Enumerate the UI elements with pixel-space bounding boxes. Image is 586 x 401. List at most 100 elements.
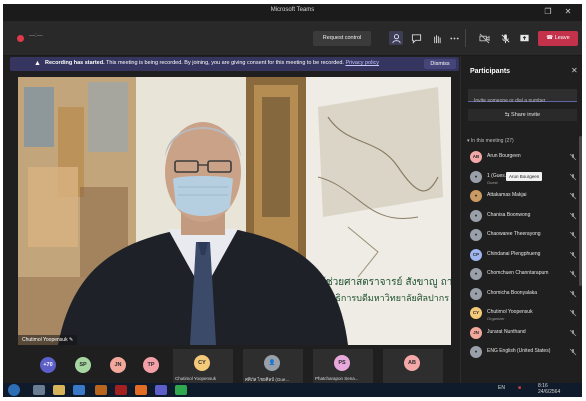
participant-name: Chomchuen Channtarapum <box>487 270 549 276</box>
participant-tile[interactable]: AB <box>383 349 443 383</box>
invite-input[interactable] <box>468 95 577 107</box>
person-icon: ● <box>470 346 482 358</box>
leave-button[interactable]: ☎ Leave <box>538 31 578 46</box>
participant-avatar: CP <box>470 248 482 261</box>
leave-label: Leave <box>554 35 570 41</box>
explorer-icon[interactable] <box>33 385 45 395</box>
participant-row[interactable]: ● Chanisa Boonwong <box>461 207 579 227</box>
line-icon[interactable] <box>175 385 187 395</box>
avatar-initials: SP <box>79 362 87 368</box>
participant-tile[interactable]: PS Phatcharapon Sena... <box>313 349 373 383</box>
participants-icon[interactable] <box>389 31 403 45</box>
window-title: Microsoft Teams <box>270 7 315 13</box>
share-icon[interactable] <box>517 31 531 45</box>
participant-name: ENG English (United States) <box>487 348 551 354</box>
participant-row[interactable]: CY Chutimol Yoopensuk Organizer <box>461 304 579 324</box>
mic-off-icon <box>569 329 577 336</box>
avatar: PS <box>334 355 350 371</box>
ie-icon[interactable] <box>73 385 85 395</box>
avatar: CY <box>194 355 210 371</box>
chat-icon[interactable] <box>409 31 423 45</box>
dismiss-button[interactable]: Dismiss <box>424 59 456 69</box>
clock-date: 24/6/2564 <box>538 389 561 395</box>
language-indicator[interactable]: EN <box>498 385 505 391</box>
banner-message: Recording has started. This meeting is b… <box>45 60 379 66</box>
request-control-button[interactable]: Request control <box>313 31 371 46</box>
participant-row[interactable]: ● Chomchuen Channtarapum <box>461 265 579 285</box>
speaker-name: Chutimol Yoopensuk <box>22 337 68 343</box>
raise-hand-icon[interactable] <box>429 31 443 45</box>
office-icon[interactable] <box>115 385 127 395</box>
toolbar-separator <box>465 29 466 47</box>
tile-name: Chutimol Yoopensuk <box>175 376 217 381</box>
participant-avatar: JN <box>470 326 482 339</box>
avatar[interactable]: SP <box>75 357 91 373</box>
participant-tile[interactable]: CY Chutimol Yoopensuk <box>173 349 233 383</box>
participant-name: Chaowaree Theerayong <box>487 231 541 237</box>
overflow-count-avatar[interactable]: +70 <box>40 357 56 373</box>
teams-icon[interactable] <box>155 385 167 395</box>
avatar[interactable]: TP <box>143 357 159 373</box>
media-icon[interactable] <box>95 385 107 395</box>
warning-icon: ▲ <box>34 60 41 67</box>
teams-window: Microsoft Teams ❐ ✕ —:— Request control <box>3 4 582 397</box>
more-icon[interactable] <box>447 31 461 45</box>
start-button-icon[interactable] <box>8 384 20 396</box>
participant-name: Chanisa Boonwong <box>487 211 531 218</box>
person-icon: ● <box>470 190 482 202</box>
participant-name: Jurarat Nunthand <box>487 328 526 335</box>
firefox-icon[interactable] <box>135 385 147 395</box>
participant-row[interactable]: AB Arun Bourgeen <box>461 148 579 168</box>
mic-off-icon <box>569 348 577 356</box>
share-invite-label: Share invite <box>511 112 541 118</box>
participant-tile[interactable]: 👤 ศศิภัส ไชยศิลป์ (Gue... <box>243 349 303 383</box>
participant-row[interactable]: ● Attakamas Makjai <box>461 187 579 207</box>
antivirus-icon[interactable]: ■ <box>518 385 521 391</box>
person-icon: ● <box>470 209 482 222</box>
clock: 8:16 24/6/2564 <box>538 383 560 395</box>
participant-row[interactable]: CP Chindanai Plengphueng <box>461 246 579 266</box>
camera-off-icon[interactable] <box>477 31 491 45</box>
mic-off-icon <box>569 192 577 200</box>
restore-icon[interactable]: ❐ <box>543 6 553 18</box>
participant-row[interactable]: ● ENG English (United States) <box>461 343 579 363</box>
privacy-policy-link[interactable]: Privacy policy <box>345 60 379 66</box>
participant-row[interactable]: ● Chaowaree Theerayong <box>461 226 579 246</box>
mic-icon[interactable] <box>498 31 512 45</box>
participant-row[interactable]: ● Chomicha Boonyalaka <box>461 285 579 305</box>
meeting-toolbar: —:— Request control ☎ Leave <box>3 21 582 56</box>
speaker-name-tag: Chutimol Yoopensuk ✎ <box>18 335 78 345</box>
name-tooltip: Arun Bourgeen <box>506 172 543 181</box>
mic-off-icon <box>569 270 577 278</box>
invite-field[interactable] <box>468 89 577 107</box>
avatar-initials: JN <box>114 362 122 368</box>
mic-off-icon <box>569 153 577 161</box>
main-video: ผู้ช่วยศาสตราจารย์ สังขาญู ถาวรเวช อธิกา… <box>18 77 451 345</box>
avatar: AB <box>404 355 420 371</box>
mic-off-icon <box>569 173 577 180</box>
panel-scrollbar[interactable] <box>579 136 582 286</box>
mic-off-icon <box>569 309 577 317</box>
tile-name: ศศิภัส ไชยศิลป์ (Gue... <box>245 377 290 382</box>
mic-off-icon <box>569 251 577 258</box>
participant-avatar: CY <box>470 307 482 319</box>
tile-name: Phatcharapon Sena... <box>315 376 359 381</box>
avatar-initials: AB <box>408 360 416 366</box>
background-caption-2: อธิการบดีมหาวิทยาลัยศิลปากร <box>330 293 449 304</box>
participant-avatar: AB <box>470 151 482 163</box>
participant-row[interactable]: JN Jurarat Nunthand <box>461 324 579 344</box>
participant-name: Chomicha Boonyalaka <box>487 289 538 296</box>
share-invite-button[interactable]: ⇆ Share invite <box>468 109 577 121</box>
person-icon: ● <box>470 268 482 280</box>
folder-icon[interactable] <box>53 385 65 395</box>
person-icon: ● <box>470 170 482 183</box>
participant-name: Chutimol Yoopensuk <box>487 309 533 315</box>
windows-taskbar: EN ■ 8:16 24/6/2564 <box>3 383 582 397</box>
title-bar: Microsoft Teams ❐ ✕ <box>3 4 582 21</box>
in-meeting-section[interactable]: ▾ In this meeting (27) <box>467 138 514 144</box>
close-icon[interactable]: ✕ <box>563 6 573 18</box>
mic-off-icon: ✎ <box>68 337 74 343</box>
recording-banner: ▲ Recording has started. This meeting is… <box>10 57 459 71</box>
avatar[interactable]: JN <box>110 357 126 373</box>
close-panel-icon[interactable]: ✕ <box>571 66 578 75</box>
